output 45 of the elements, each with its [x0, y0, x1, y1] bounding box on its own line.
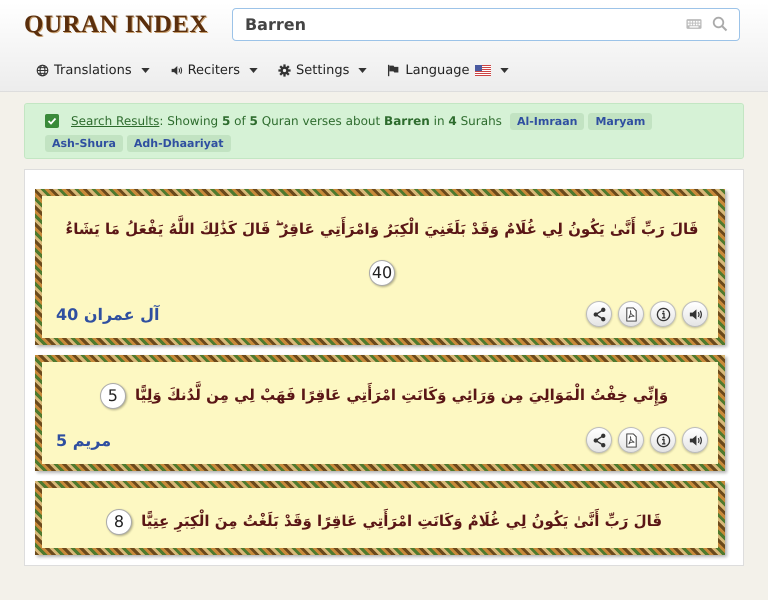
us-flag-icon — [474, 65, 491, 76]
info-icon — [656, 306, 670, 322]
speaker-icon — [688, 432, 702, 448]
caret-icon — [249, 68, 258, 73]
surah-tag[interactable]: Al-Imraan — [510, 112, 584, 130]
verse-text: قَالَ رَبِّ أَنَّىٰ يَكُونُ لِي غُلَامٌ وَكَانَتِ امْرَأَتِي عَاقِرًا وَقَدْ بَلَغْتُ مِنَ الْكِبَرِ عِتِيًّا — [141, 498, 662, 544]
verse-number: 8 — [106, 508, 132, 535]
verse-number: 40 — [368, 260, 396, 286]
results-summary: Search Results: Showing 5 of 5 Quran verses about Barren in 4 Surahs — [71, 114, 502, 128]
speaker-icon — [688, 306, 702, 322]
menu-dropdown[interactable]: Settings — [278, 63, 368, 78]
caret-icon — [358, 68, 368, 73]
share-icon — [592, 306, 606, 322]
speaker-icon — [170, 64, 183, 77]
audio-button[interactable] — [682, 427, 708, 453]
checkbox[interactable] — [45, 114, 59, 128]
pdf-button[interactable] — [618, 427, 644, 453]
info-button[interactable] — [650, 427, 676, 453]
verse-text: قَالَ رَبِّ أَنَّىٰ يَكُونُ لِي غُلَامٌ وَقَدْ بَلَغَنِيَ الْكِبَرُ وَامْرَأَتِي عَاقِرٌ ۖ قَالَ كَذَٰلِكَ اللَّهُ يَفْعَلُ مَا يَشَاءُ — [66, 206, 698, 252]
caret-icon — [500, 68, 509, 73]
flag-icon — [387, 64, 400, 77]
menu-dropdown[interactable]: Language — [387, 63, 509, 78]
globe-icon — [36, 64, 49, 77]
pdf-button[interactable] — [618, 301, 644, 327]
verse-text: وَإِنِّي خِفْتُ الْمَوَالِيَ مِن وَرَائِي وَكَانَتِ امْرَأَتِي عَاقِرًا فَهَبْ لِي مِن لَّدُنكَ وَلِيًّا — [135, 372, 668, 418]
gear-icon — [278, 64, 292, 77]
share-icon — [592, 432, 606, 448]
share-button[interactable] — [586, 301, 612, 327]
surah-tag[interactable]: Maryam — [588, 112, 652, 130]
pdf-file-icon — [624, 306, 638, 322]
info-button[interactable] — [650, 301, 676, 327]
caret-icon — [140, 68, 150, 73]
share-button[interactable] — [586, 427, 612, 453]
site-logo[interactable]: QURAN INDEX — [24, 10, 208, 38]
surah-tag[interactable]: Adh-Dhaariyat — [126, 134, 231, 152]
audio-button[interactable] — [682, 301, 708, 327]
verse-number: 5 — [100, 382, 126, 409]
menu-dropdown[interactable]: Translations — [36, 63, 150, 78]
menu-dropdown[interactable]: Reciters — [170, 63, 258, 78]
verse-reference[interactable]: آل عمران 40 — [56, 304, 160, 324]
surah-tag[interactable]: Ash-Shura — [45, 134, 123, 152]
info-icon — [656, 432, 670, 448]
verse-reference[interactable]: مريم 5 — [56, 430, 112, 450]
search-results-link[interactable]: Search Results — [71, 114, 160, 128]
pdf-file-icon — [624, 432, 638, 448]
